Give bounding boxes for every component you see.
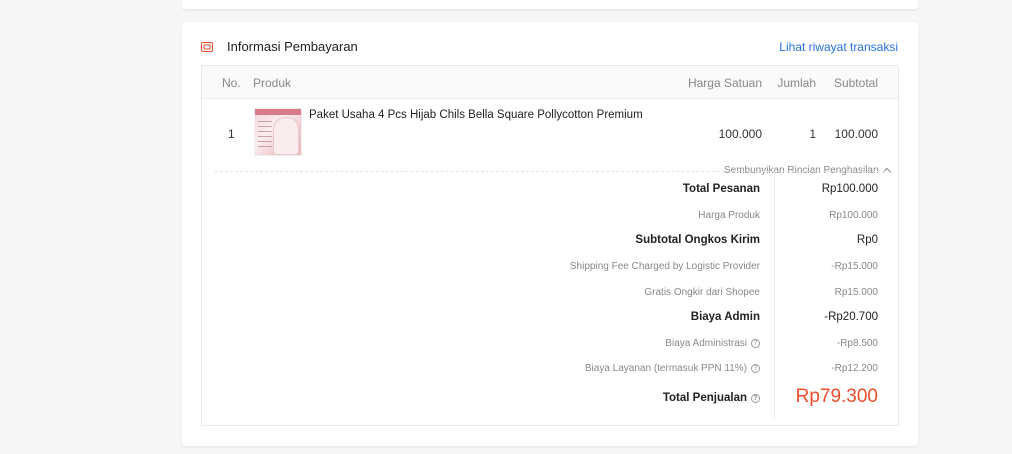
summary-row-total-sales: Total Penjualan? Rp79.300 (202, 386, 898, 412)
divider (215, 171, 885, 172)
summary-value: -Rp15.000 (831, 261, 878, 272)
summary-row-free-shipping: Gratis Ongkir dari Shopee Rp15.000 (202, 287, 898, 307)
col-header-no: No. (222, 76, 241, 90)
row-subtotal: 100.000 (834, 127, 878, 141)
help-icon[interactable]: ? (751, 339, 760, 348)
summary-row-shipping-subtotal: Subtotal Ongkos Kirim Rp0 (202, 234, 898, 254)
payment-info-header: Informasi Pembayaran Lihat riwayat trans… (182, 22, 918, 70)
summary-value: -Rp12.200 (831, 363, 878, 374)
summary-row-product-price: Harga Produk Rp100.000 (202, 210, 898, 230)
help-icon[interactable]: ? (751, 364, 760, 373)
summary-row-administration-fee: Biaya Administrasi? -Rp8.500 (202, 338, 898, 358)
summary-row-admin-fee: Biaya Admin -Rp20.700 (202, 311, 898, 331)
summary-label: Gratis Ongkir dari Shopee (644, 287, 760, 298)
help-icon[interactable]: ? (751, 394, 760, 403)
summary-value: Rp100.000 (829, 210, 878, 221)
payment-card-icon (201, 42, 213, 52)
summary-value: Rp0 (856, 234, 878, 246)
summary-value: -Rp20.700 (824, 311, 878, 323)
summary-label-wrap: Total Penjualan? (663, 392, 760, 404)
transaction-history-link[interactable]: Lihat riwayat transaksi (779, 40, 898, 54)
unit-price: 100.000 (718, 127, 762, 141)
summary-row-total-order: Total Pesanan Rp100.000 (202, 183, 898, 203)
section-title: Informasi Pembayaran (227, 39, 358, 54)
table-row: 1 Paket Usaha 4 Pcs Hijab Chils Bella Sq… (202, 100, 898, 170)
table-header: No. Produk Harga Satuan Jumlah Subtotal (202, 66, 898, 99)
summary-label: Biaya Admin (690, 311, 760, 323)
summary-label-wrap: Biaya Layanan (termasuk PPN 11%)? (585, 363, 760, 374)
total-label: Total Penjualan (662, 392, 747, 404)
summary-label: Harga Produk (698, 210, 760, 221)
summary-value: Rp100.000 (821, 183, 878, 195)
previous-section-card (182, 0, 918, 9)
col-header-qty: Jumlah (777, 76, 816, 90)
row-number: 1 (228, 127, 235, 141)
col-header-subtotal: Subtotal (833, 76, 878, 90)
summary-row-service-fee: Biaya Layanan (termasuk PPN 11%)? -Rp12.… (202, 363, 898, 383)
order-breakdown-box: No. Produk Harga Satuan Jumlah Subtotal … (201, 65, 899, 426)
summary-label: Biaya Administrasi (665, 338, 747, 349)
summary-label: Total Pesanan (682, 183, 760, 195)
col-header-unit-price: Harga Satuan (687, 76, 762, 90)
payment-info-card: Informasi Pembayaran Lihat riwayat trans… (182, 22, 918, 446)
summary-label: Biaya Layanan (termasuk PPN 11%) (584, 363, 747, 374)
summary-row-logistic-fee: Shipping Fee Charged by Logistic Provide… (202, 261, 898, 281)
total-sales-value: Rp79.300 (795, 386, 878, 407)
summary-label: Subtotal Ongkos Kirim (635, 234, 760, 246)
product-name[interactable]: Paket Usaha 4 Pcs Hijab Chils Bella Squa… (309, 109, 643, 121)
summary-label-wrap: Biaya Administrasi? (665, 338, 760, 349)
summary-label: Shipping Fee Charged by Logistic Provide… (569, 261, 760, 272)
summary-value: -Rp8.500 (836, 338, 878, 349)
col-header-product: Produk (253, 76, 292, 90)
chevron-up-icon (882, 167, 891, 177)
quantity: 1 (809, 127, 816, 141)
summary-value: Rp15.000 (834, 287, 878, 298)
product-thumbnail[interactable] (254, 108, 302, 156)
